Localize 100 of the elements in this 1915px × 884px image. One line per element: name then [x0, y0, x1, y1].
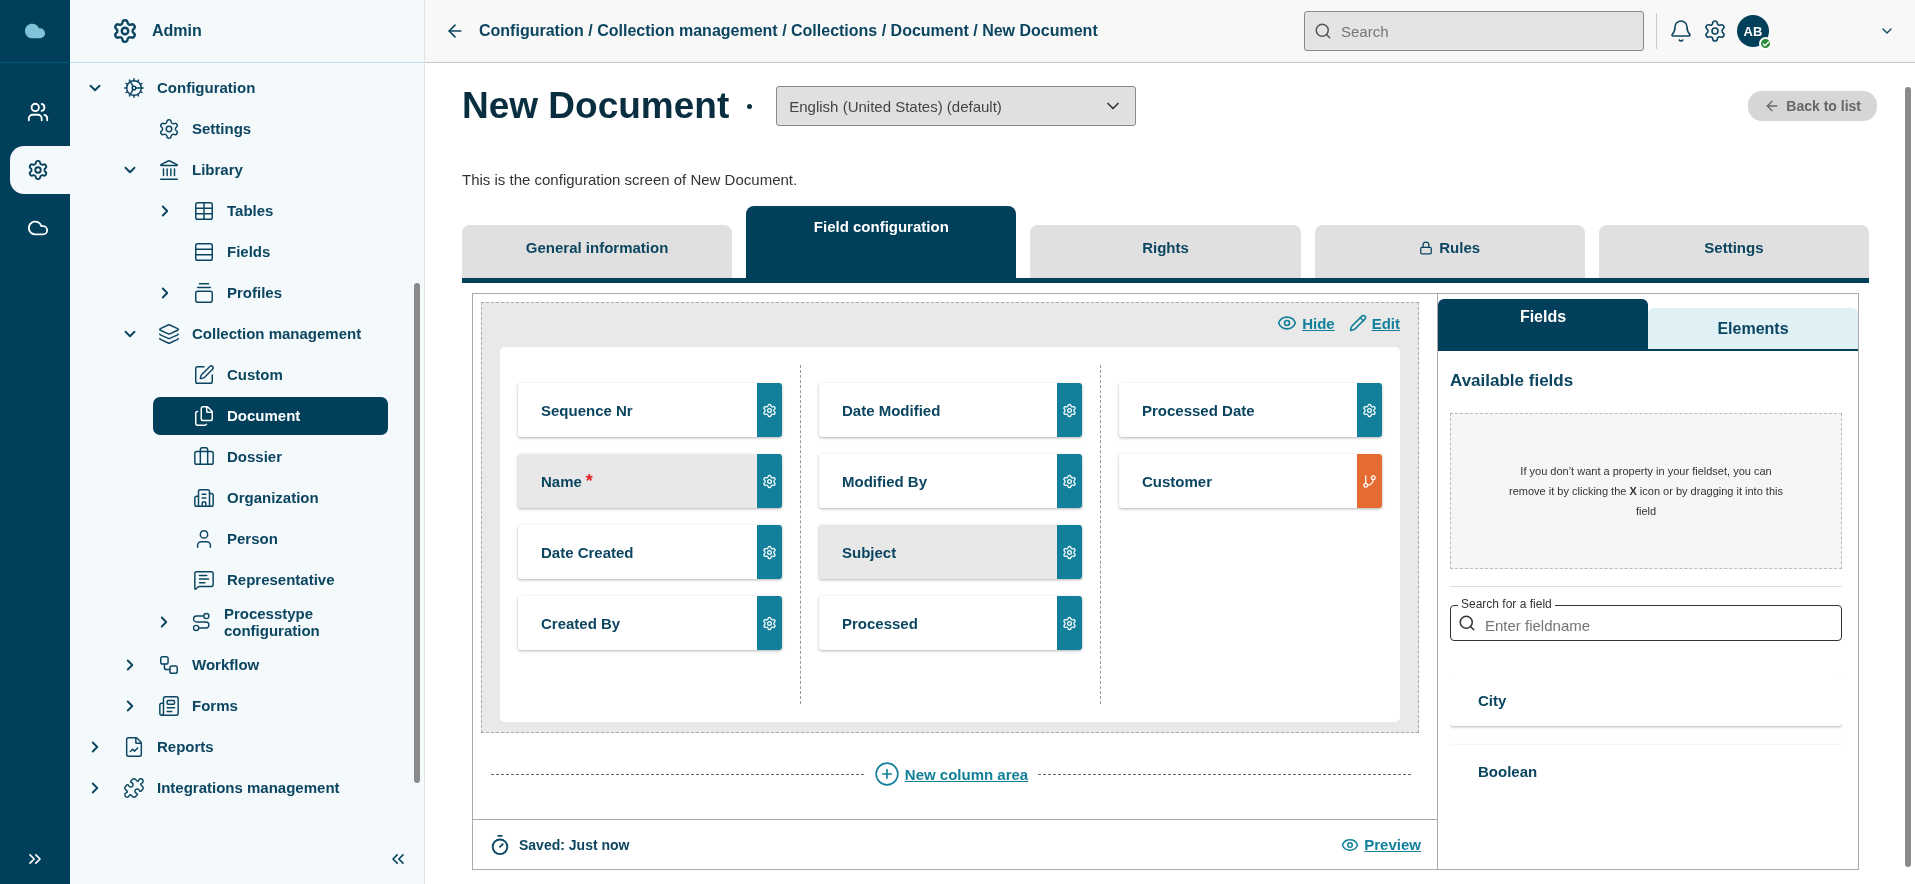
- sidebar-item[interactable]: Custom: [187, 358, 293, 391]
- gear-icon: [1062, 402, 1077, 418]
- search-icon: [1314, 22, 1332, 40]
- gear-icon: [762, 473, 777, 489]
- bell-icon[interactable]: [1669, 19, 1693, 43]
- available-field-card[interactable]: Boolean: [1450, 745, 1842, 782]
- rail-button[interactable]: [10, 146, 70, 194]
- sidebar-item[interactable]: Representative: [187, 563, 345, 596]
- nav-icon: [193, 486, 215, 509]
- new-column-link[interactable]: New column area: [873, 761, 1029, 787]
- sidebar-item[interactable]: Collection management: [152, 317, 372, 350]
- sidebar-item[interactable]: Integrations management: [117, 772, 350, 804]
- sidebar-item[interactable]: Configuration: [117, 71, 266, 104]
- nav-icon: [158, 322, 180, 345]
- gear-icon: [1062, 544, 1077, 560]
- scrollbar-thumb[interactable]: [414, 283, 420, 783]
- nav-icon: [123, 76, 145, 99]
- eye-icon: [1277, 313, 1298, 333]
- gear-icon: [762, 544, 777, 560]
- dot-icon: [747, 103, 753, 109]
- nav-icon: [193, 404, 215, 427]
- nav-icon: [193, 281, 215, 304]
- tab[interactable]: Settings: [1598, 225, 1869, 278]
- nav-icon: [123, 736, 145, 758]
- field-card[interactable]: Subject: [819, 525, 1082, 579]
- sidebar-item[interactable]: Settings: [152, 112, 262, 145]
- sidebar-item[interactable]: Library: [152, 153, 253, 186]
- breadcrumb: Configuration / Collection management / Collections / Document / New Document: [479, 22, 1099, 40]
- panel-tab[interactable]: Fields: [1438, 299, 1648, 349]
- tab[interactable]: Field configuration: [746, 206, 1017, 278]
- drop-zone[interactable]: If you don’t want a property in your fieldset, you can remove it by clicking the X icon or by dragging it into this field: [1450, 413, 1842, 569]
- field-settings-button[interactable]: [757, 596, 782, 650]
- field-settings-button[interactable]: [757, 454, 782, 508]
- panel-tab[interactable]: Elements: [1648, 308, 1858, 349]
- sidebar-item[interactable]: Fields: [187, 235, 281, 268]
- field-card[interactable]: Customer: [1119, 454, 1382, 508]
- branch-button[interactable]: [1357, 454, 1382, 508]
- field-settings-button[interactable]: [1057, 596, 1082, 650]
- field-card[interactable]: Processed Date: [1119, 383, 1382, 437]
- sidebar-item[interactable]: Dossier: [187, 440, 293, 473]
- plus-circle-icon: [873, 761, 900, 787]
- user-avatar[interactable]: AB: [1737, 15, 1769, 47]
- gear-icon: [1062, 473, 1077, 489]
- sidebar-item[interactable]: Document: [153, 396, 388, 435]
- timer-icon: [489, 833, 511, 856]
- field-settings-button[interactable]: [1057, 525, 1082, 579]
- field-card[interactable]: Date Created: [518, 525, 782, 579]
- gear-icon: [1362, 402, 1377, 418]
- field-card[interactable]: Sequence Nr: [518, 383, 782, 437]
- tab[interactable]: Rights: [1030, 225, 1301, 278]
- field-settings-button[interactable]: [1057, 383, 1082, 437]
- sidebar-item[interactable]: Tables: [187, 194, 284, 227]
- field-card[interactable]: Modified By: [819, 454, 1082, 508]
- hide-link[interactable]: Hide: [1277, 313, 1335, 333]
- nav-icon: [158, 654, 180, 676]
- sidebar-item[interactable]: Organization: [187, 481, 329, 514]
- language-select[interactable]: English (United States) (default): [776, 86, 1137, 126]
- tab[interactable]: General information: [462, 225, 733, 278]
- gear-icon: [762, 615, 777, 631]
- available-field-card[interactable]: City: [1450, 674, 1842, 726]
- panel-heading: Available fields: [1450, 371, 1575, 391]
- nav-icon: [193, 240, 215, 263]
- scrollbar-thumb[interactable]: [1905, 87, 1911, 867]
- lock-icon: [1419, 241, 1434, 255]
- sidebar-item[interactable]: Forms: [152, 690, 248, 722]
- edit-link[interactable]: Edit: [1348, 313, 1400, 333]
- sidebar-item[interactable]: Reports: [117, 731, 224, 763]
- field-settings-button[interactable]: [1057, 454, 1082, 508]
- required-mark: *: [585, 470, 593, 491]
- sidebar-item[interactable]: Person: [187, 522, 288, 555]
- gear-icon: [762, 402, 777, 418]
- sidebar-title: Admin: [152, 22, 202, 40]
- field-card[interactable]: Date Modified: [819, 383, 1082, 437]
- gear-icon: [1062, 615, 1077, 631]
- nav-icon: [193, 445, 215, 468]
- branch-icon: [1362, 473, 1377, 489]
- settings-icon[interactable]: [1703, 19, 1727, 43]
- field-settings-button[interactable]: [757, 525, 782, 579]
- field-card[interactable]: Name *: [518, 454, 782, 508]
- pencil-icon: [1348, 314, 1367, 332]
- gear-icon: [27, 159, 49, 181]
- gears-icon: [112, 18, 138, 44]
- tab[interactable]: Rules: [1314, 225, 1585, 278]
- sidebar-item[interactable]: Processtype configuration: [185, 600, 410, 645]
- nav-icon: [193, 363, 215, 386]
- page-description: This is the configuration screen of New Document.: [462, 171, 799, 188]
- field-settings-button[interactable]: [1357, 383, 1382, 437]
- nav-icon: [123, 777, 145, 799]
- preview-link[interactable]: Preview: [1341, 835, 1421, 854]
- nav-icon: [158, 117, 180, 140]
- field-settings-button[interactable]: [757, 383, 782, 437]
- search-field[interactable]: Search: [1304, 11, 1644, 51]
- sidebar-item[interactable]: Profiles: [187, 276, 293, 309]
- nav-icon: [191, 611, 212, 634]
- nav-icon: [158, 158, 180, 181]
- field-card[interactable]: Created By: [518, 596, 782, 650]
- nav-icon: [193, 568, 215, 591]
- nav-icon: [158, 695, 180, 717]
- field-card[interactable]: Processed: [819, 596, 1082, 650]
- sidebar-item[interactable]: Workflow: [152, 649, 270, 681]
